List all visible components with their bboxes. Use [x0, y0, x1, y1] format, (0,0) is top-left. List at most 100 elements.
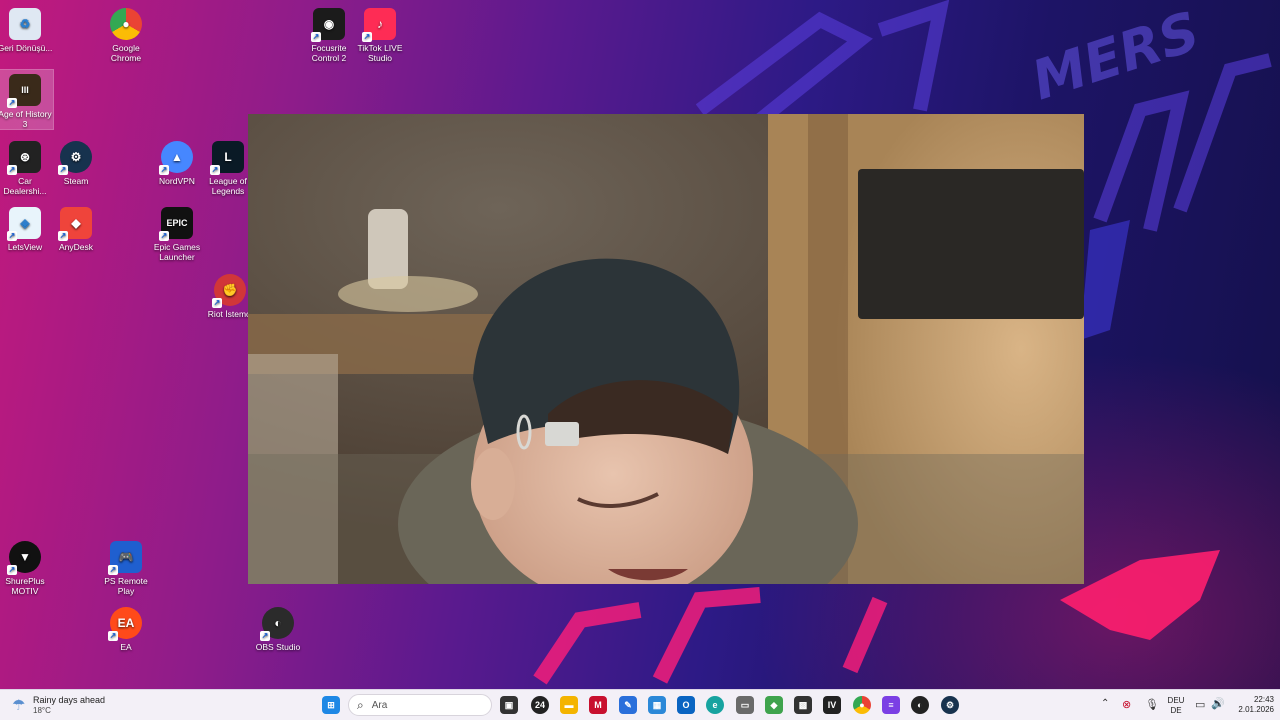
edge-icon[interactable]: e	[706, 696, 724, 714]
desktop-icon-label: PS Remote Play	[104, 576, 148, 596]
epic-games-icon: EPIC ↗	[159, 207, 193, 241]
desktop-icon-epic-games[interactable]: EPIC ↗ Epic Games Launcher	[149, 203, 205, 262]
desktop-icon-tiktok-live[interactable]: ♪ ↗ TikTok LIVE Studio	[352, 4, 408, 63]
shortcut-arrow-icon: ↗	[108, 565, 118, 575]
desktop-icon-ps-remote-play[interactable]: 🎮 ↗ PS Remote Play	[98, 537, 154, 596]
desktop-icon-label: ShurePlus MOTIV	[5, 576, 45, 596]
shortcut-arrow-icon: ↗	[260, 631, 270, 641]
nordvpn-icon: ▲ ↗	[159, 141, 193, 175]
language-indicator[interactable]: DEU DE	[1163, 696, 1189, 716]
image-editor-icon[interactable]: ▩	[794, 696, 812, 714]
shortcut-arrow-icon: ↗	[7, 231, 17, 241]
league-of-legends-icon: L ↗	[210, 141, 244, 175]
desktop-icon-label: NordVPN	[159, 176, 195, 186]
desktop-icon-label: Steam	[63, 176, 89, 186]
shortcut-arrow-icon: ↗	[7, 165, 17, 175]
iv-app-icon[interactable]: IV	[823, 696, 841, 714]
desktop-icon-label: Focusrite Control 2	[311, 43, 347, 63]
shortcut-arrow-icon: ↗	[210, 165, 220, 175]
search-icon: ⌕	[357, 697, 364, 712]
focusrite-icon: ◉ ↗	[311, 8, 345, 42]
desktop-icon-ea[interactable]: EA ↗ EA	[98, 603, 154, 652]
keyboard-layout: DE	[1170, 706, 1182, 715]
network-icon[interactable]: ▭	[1195, 698, 1205, 711]
desktop-icon-obs-studio[interactable]: ◐ ↗ OBS Studio	[250, 603, 306, 652]
steam-taskbar-icon[interactable]: ⚙	[941, 696, 959, 714]
search-placeholder: Ara	[371, 699, 388, 711]
recycle-bin-icon: ♻	[9, 8, 41, 40]
desktop-icon-label: EA	[120, 642, 132, 652]
store-icon[interactable]: ▦	[648, 696, 666, 714]
shortcut-arrow-icon: ↗	[159, 165, 169, 175]
steam-icon: ⚙ ↗	[58, 141, 92, 175]
obs-studio-icon: ◐ ↗	[260, 607, 294, 641]
desktop-icon-chrome[interactable]: ● Google Chrome	[98, 4, 154, 63]
clock-date: 2.01.2026	[1238, 705, 1274, 714]
shortcut-arrow-icon: ↗	[58, 165, 68, 175]
clock[interactable]: 22:43 2.01.2026	[1228, 695, 1274, 715]
tiktok-live-icon: ♪ ↗	[362, 8, 396, 42]
mcafee-icon[interactable]: M	[589, 696, 607, 714]
outlook-icon[interactable]: O	[677, 696, 695, 714]
24-app-icon[interactable]: 24	[531, 696, 549, 714]
desktop-icon-age-of-history[interactable]: III ↗ Age of History 3	[0, 69, 54, 130]
shortcut-arrow-icon: ↗	[58, 231, 68, 241]
windows-start-icon[interactable]: ⊞	[322, 696, 340, 714]
video-frame-image	[248, 114, 1084, 584]
volume-icon[interactable]: 🔊	[1211, 697, 1225, 710]
desktop-icon-shureplus-motiv[interactable]: ▼ ↗ ShurePlus MOTIV	[0, 537, 53, 596]
shortcut-arrow-icon: ↗	[311, 32, 321, 42]
chrome-taskbar-icon[interactable]: ●	[853, 696, 871, 714]
shortcut-arrow-icon: ↗	[108, 631, 118, 641]
ps-remote-play-icon: 🎮 ↗	[108, 541, 142, 575]
file-explorer-icon[interactable]: ▬	[560, 696, 578, 714]
tray-overflow-chevron-icon[interactable]: ⌃	[1101, 698, 1109, 709]
weather-widget[interactable]: ☂ Rainy days ahead 18°C	[10, 693, 120, 717]
anydesk-icon: ◆ ↗	[58, 207, 92, 241]
tray-app-icon[interactable]: ⊗	[1122, 698, 1131, 711]
desktop-icon-label: Geri Dönüşü...	[0, 43, 53, 53]
shield-app-icon[interactable]: ◆	[765, 696, 783, 714]
shortcut-arrow-icon: ↗	[362, 32, 372, 42]
weather-temp: 18°C	[33, 706, 51, 715]
microphone-icon[interactable]: 🎙	[1145, 698, 1159, 711]
desktop-icon-label: OBS Studio	[255, 642, 301, 652]
shureplus-motiv-icon: ▼ ↗	[7, 541, 41, 575]
svg-text:MERS: MERS	[1025, 0, 1207, 112]
riot-client-icon: ✊ ↗	[212, 274, 246, 308]
desktop-icon-anydesk[interactable]: ◆ ↗ AnyDesk	[48, 203, 104, 252]
desktop-icon-recycle-bin[interactable]: ♻ Geri Dönüşü...	[0, 4, 53, 53]
video-player-window[interactable]	[248, 114, 1084, 584]
weather-title: Rainy days ahead	[33, 695, 106, 705]
desktop-icon-letsview[interactable]: ◈ ↗ LetsView	[0, 203, 53, 252]
task-view-icon[interactable]: ▣	[500, 696, 518, 714]
shortcut-arrow-icon: ↗	[7, 98, 17, 108]
desktop-icon-label: Google Chrome	[110, 43, 142, 63]
shortcut-arrow-icon: ↗	[212, 298, 222, 308]
letsview-icon: ◈ ↗	[7, 207, 41, 241]
obs-taskbar-icon[interactable]: ◐	[911, 696, 929, 714]
desktop-icon-label: TikTok LIVE Studio	[357, 43, 403, 63]
taskbar-search-box[interactable]: ⌕ Ara	[348, 694, 492, 716]
shortcut-arrow-icon: ↗	[159, 231, 169, 241]
desktop-icon-steam[interactable]: ⚙ ↗ Steam	[48, 137, 104, 186]
taskbar: ☂ Rainy days ahead 18°C ⌕ Ara ⊞ ▣ 24 ▬ M ✎ ▦ Oe…	[0, 689, 1280, 720]
desktop-icon-focusrite[interactable]: ◉ ↗ Focusrite Control 2	[301, 4, 357, 63]
clipchamp-icon[interactable]: ≡	[882, 696, 900, 714]
language-code: DEU	[1167, 696, 1185, 705]
pen-app-icon[interactable]: ✎	[619, 696, 637, 714]
desktop-icon-label: Age of History 3	[0, 109, 52, 129]
desktop-icon-label: LetsView	[7, 242, 43, 252]
age-of-history-icon: III ↗	[7, 74, 41, 108]
desktop-icon-nordvpn[interactable]: ▲ ↗ NordVPN	[149, 137, 205, 186]
chrome-icon: ●	[110, 8, 142, 40]
weather-rain-icon: ☂	[12, 697, 26, 714]
desktop-icon-car-dealership[interactable]: ⊛ ↗ Car Dealershi...	[0, 137, 53, 196]
photos-icon[interactable]: ▭	[736, 696, 754, 714]
desktop-icon-label: Car Dealershi...	[3, 176, 47, 196]
car-dealership-icon: ⊛ ↗	[7, 141, 41, 175]
desktop-icon-label: Epic Games Launcher	[153, 242, 201, 262]
ea-icon: EA ↗	[108, 607, 142, 641]
desktop-icon-label: AnyDesk	[58, 242, 93, 252]
clock-time: 22:43	[1253, 695, 1274, 704]
